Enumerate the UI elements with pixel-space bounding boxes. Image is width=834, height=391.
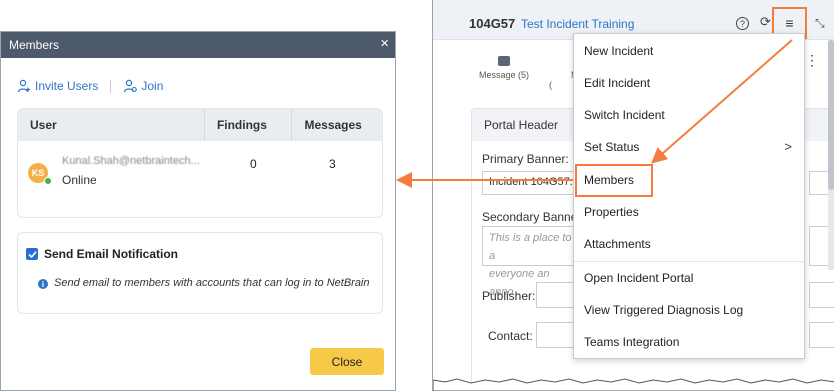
column-user: User [18,109,205,141]
primary-banner-label: Primary Banner: [482,152,569,166]
contact-label: Contact: [488,329,533,343]
join-user-icon [124,79,138,93]
incident-name-link[interactable]: Test Incident Training [521,17,634,31]
column-messages: Messages [304,118,362,132]
menu-item-teams-integration[interactable]: Teams Integration [574,326,804,358]
table-header: User Findings Messages [18,109,382,141]
dialog-title: Members [9,38,60,52]
secondary-banner-input[interactable]: This is a place to a everyone an anno [482,226,584,298]
email-notification-section: Send Email Notification i Send email to … [17,232,383,314]
secondary-banner-placeholder-line1: This is a place to a [489,232,572,262]
collapse-icon[interactable]: ⤡ [815,16,825,31]
checkmark-icon [27,250,37,258]
dialog-actions: Invite Users Join [17,79,163,93]
menu-item-set-status[interactable]: Set Status > [574,131,804,163]
send-email-info: Send email to members with accounts that… [54,277,370,289]
send-email-checkbox[interactable] [26,248,38,260]
close-icon[interactable]: × [380,35,389,53]
join-link[interactable]: Join [123,79,163,93]
members-dialog: Members × Invite Users Join User Finding… [0,31,396,391]
member-email: Kunal.Shah@netbraintech... [62,155,200,167]
members-highlight [575,164,653,197]
menu-item-properties[interactable]: Properties [574,196,804,228]
set-status-label: Set Status [584,140,640,154]
incident-menu: New Incident Edit Incident Switch Incide… [573,33,805,359]
join-label: Join [141,79,164,93]
menu-item-new-incident[interactable]: New Incident [574,35,804,67]
member-status: Online [62,173,97,187]
send-email-label: Send Email Notification [44,247,179,261]
incident-id: 104G57 [469,16,516,31]
more-options-icon[interactable]: ⋮ [805,53,819,67]
refresh-icon[interactable]: ⟳ [760,14,771,30]
message-icon [498,56,510,66]
column-findings: Findings [205,109,293,141]
menu-item-switch-incident[interactable]: Switch Incident [574,99,804,131]
invite-users-link[interactable]: Invite Users [17,79,98,93]
close-button[interactable]: Close [310,348,384,375]
chevron-right-icon: > [784,139,792,154]
help-icon[interactable]: ? [736,17,749,30]
table-row[interactable]: KS Kunal.Shah@netbraintech... Online 0 3 [18,141,382,217]
torn-edge [433,378,834,391]
menu-item-edit-incident[interactable]: Edit Incident [574,67,804,99]
member-messages: 3 [329,157,336,171]
menu-item-attachments[interactable]: Attachments [574,228,804,260]
tab-message-label: Message (5) [478,70,530,80]
panel-scrollbar-thumb[interactable] [828,40,834,190]
publisher-label: Publisher: [482,289,536,303]
online-status-icon [44,177,52,185]
primary-banner-input[interactable]: Incident 104G57: [482,171,584,195]
publisher-extra-input[interactable] [809,282,834,308]
link-divider [110,79,112,93]
tab-message[interactable]: Message (5) [474,56,534,80]
info-icon: i [38,279,48,289]
contact-extra-input[interactable] [809,322,834,348]
member-findings: 0 [250,157,257,171]
members-table: User Findings Messages KS Kunal.Shah@net… [17,108,383,218]
secondary-banner-label: Secondary Banner [482,210,582,224]
invite-users-label: Invite Users [35,79,99,93]
invite-user-icon [17,79,30,93]
dialog-title-bar: Members × [1,32,395,58]
menu-item-open-incident-portal[interactable]: Open Incident Portal [574,262,804,294]
menu-item-view-triggered-diagnosis-log[interactable]: View Triggered Diagnosis Log [574,294,804,326]
